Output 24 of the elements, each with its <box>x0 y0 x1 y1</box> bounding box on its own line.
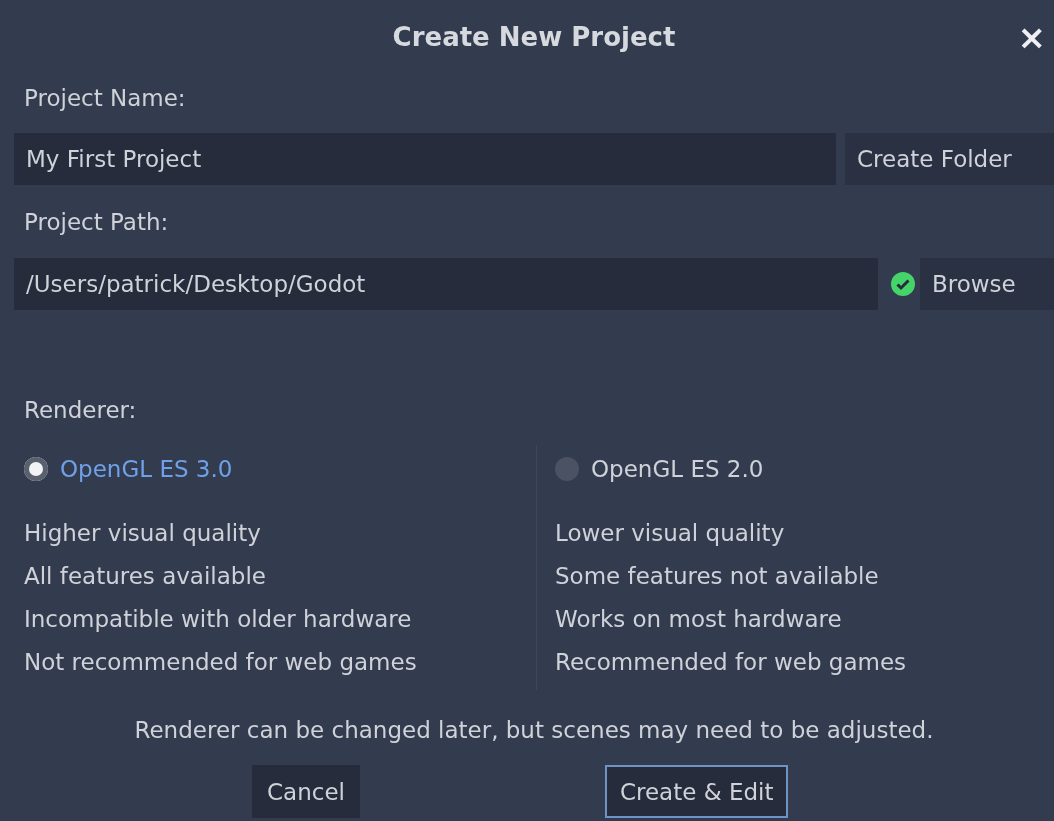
dialog-button[interactable]: Create & Edit <box>604 765 789 818</box>
feature-text: All features available <box>24 562 266 591</box>
feature-text: Some features not available <box>555 562 879 591</box>
feature-text: Higher visual quality <box>24 519 261 548</box>
feature-text: Recommended for web games <box>555 648 907 677</box>
renderer-option[interactable]: OpenGL ES 2.0 <box>555 445 764 493</box>
renderer-option[interactable]: OpenGL ES 3.0 <box>24 445 233 493</box>
project-name-label: Project Name: <box>23 84 186 113</box>
dialog-title: Create New Project <box>392 22 676 52</box>
project-name-field[interactable]: My First Project <box>14 133 836 185</box>
browse-button[interactable]: Browse <box>920 258 1054 310</box>
radio-button[interactable] <box>24 457 48 481</box>
dialog-button[interactable]: Cancel <box>252 765 360 818</box>
renderer-label: Renderer: <box>23 396 137 425</box>
feature-text: Incompatible with older hardware <box>24 605 412 634</box>
renderer-note: Renderer can be changed later, but scenes may need to be adjusted. <box>134 716 934 745</box>
close-button[interactable]: × <box>1017 20 1046 54</box>
feature-text: Lower visual quality <box>555 519 785 548</box>
create-folder-button[interactable]: Create Folder <box>845 133 1054 185</box>
feature-text: Not recommended for web games <box>24 648 417 677</box>
radio-button[interactable] <box>555 457 579 481</box>
feature-text: Works on most hardware <box>555 605 842 634</box>
project-path-field[interactable]: /Users/patrick/Desktop/Godot <box>14 258 878 310</box>
project-path-label: Project Path: <box>23 208 169 237</box>
